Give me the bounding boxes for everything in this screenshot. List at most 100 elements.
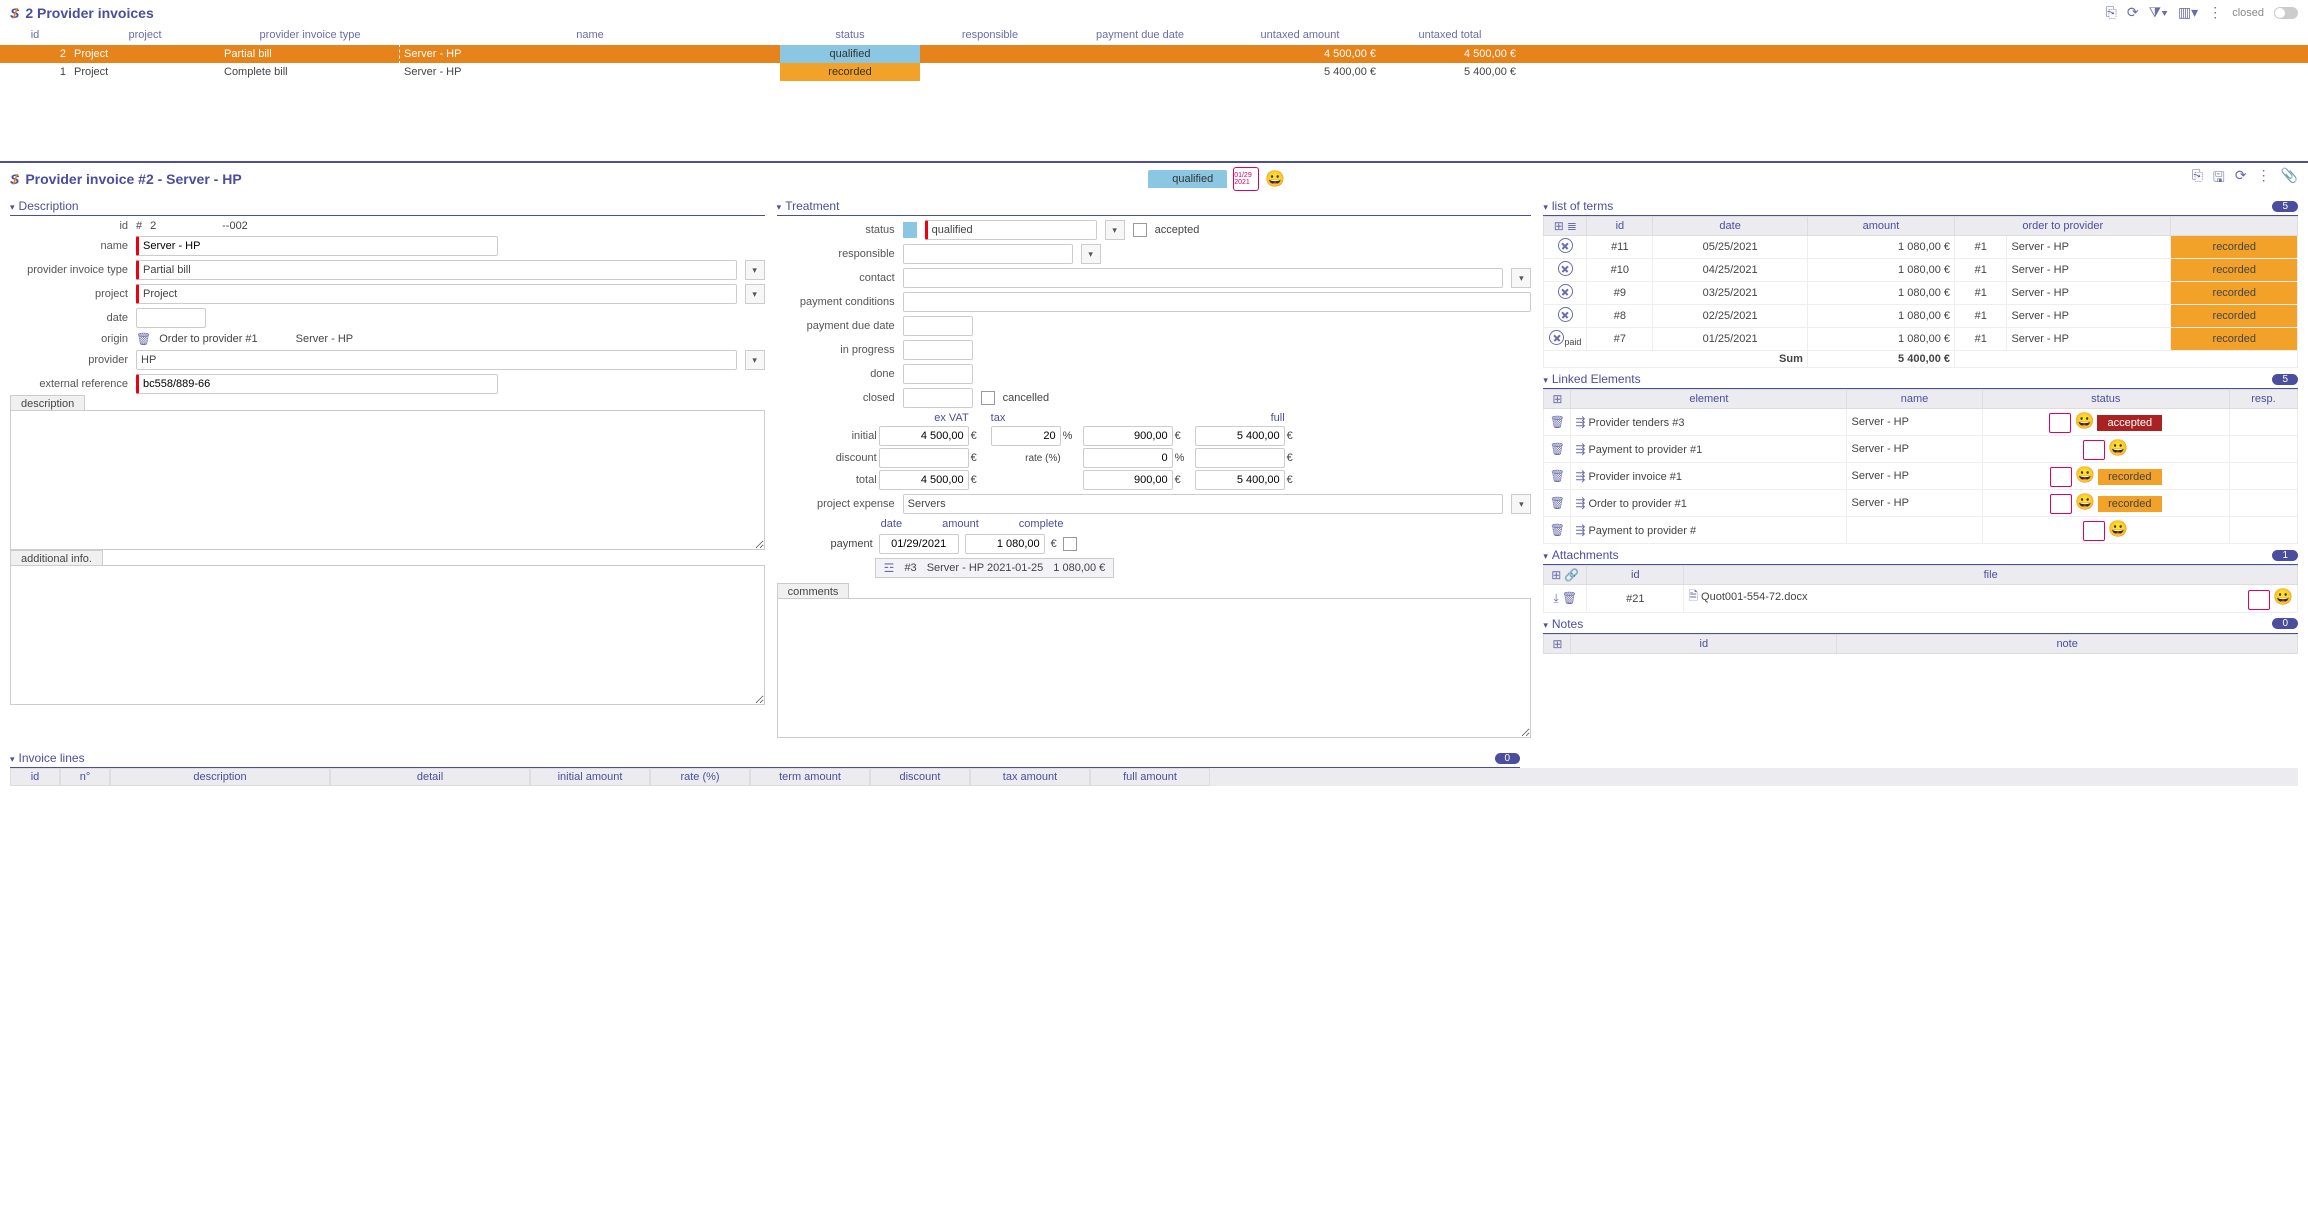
refresh-detail-icon[interactable]: ⟳ [2235,167,2247,191]
cal-icon[interactable] [2050,467,2072,487]
section-attachments[interactable]: Attachments [1543,548,1618,562]
linked-delete-icon[interactable]: 🗑 [1550,469,1565,483]
payment-reference[interactable]: ☲ #3 Server - HP 2021-01-25 1 080,00 € [875,558,1115,578]
more-detail-icon[interactable]: ⋮ [2257,167,2271,191]
payment-date[interactable] [879,534,959,554]
linked-add-icon[interactable]: ⊞ [1552,392,1562,406]
description-textarea[interactable] [10,410,765,550]
attach-link-icon[interactable]: 🔗 [1564,568,1579,582]
comments-textarea[interactable] [777,598,1532,738]
term-row[interactable]: #802/25/20211 080,00 €#1Server - HPrecor… [1544,305,2298,328]
type-dropdown-icon[interactable]: ▾ [745,260,765,280]
cal-icon[interactable] [2050,494,2072,514]
more-icon[interactable]: ⋮ [2208,4,2222,21]
done-input[interactable] [903,364,973,384]
attach-download-icon[interactable]: ⤓ [1554,591,1559,605]
col-duedate[interactable]: payment due date [1060,29,1220,41]
attach-icon[interactable]: 📎 [2281,167,2298,191]
section-terms[interactable]: list of terms [1543,199,1613,213]
term-cancel-icon[interactable] [1558,261,1573,276]
term-cancel-icon[interactable] [1558,238,1573,253]
cal-icon[interactable] [2049,413,2071,433]
term-row[interactable]: #1105/25/20211 080,00 €#1Server - HPreco… [1544,236,2298,259]
discount-full[interactable] [1195,448,1285,468]
cal-icon[interactable] [2083,521,2105,541]
payment-complete-checkbox[interactable] [1063,537,1077,551]
note-add-icon[interactable]: ⊞ [1552,637,1562,651]
refresh-icon[interactable]: ⟳ [2127,4,2139,21]
status-select[interactable]: qualified [925,220,1097,240]
paydue-input[interactable] [903,316,973,336]
linked-delete-icon[interactable]: 🗑 [1550,415,1565,429]
attachment-row[interactable]: ⤓ 🗑#21🗎 Quot001-554-72.docx 😀 [1544,585,2298,612]
col-name[interactable]: name [400,29,780,41]
columns-icon[interactable]: ▥▾ [2178,4,2198,21]
section-linked[interactable]: Linked Elements [1543,372,1640,386]
linked-delete-icon[interactable]: 🗑 [1550,523,1565,537]
payment-amount[interactable] [965,534,1045,554]
col-total[interactable]: untaxed total [1380,29,1520,41]
new-icon[interactable]: ⎘ [2106,4,2117,21]
status-dropdown-icon[interactable]: ▾ [1105,220,1125,240]
linked-delete-icon[interactable]: 🗑 [1550,442,1565,456]
linked-row[interactable]: 🗑⇶ Payment to provider #1Server - HP 😀 [1544,436,2298,463]
contact-select[interactable] [903,268,1504,288]
attach-delete-icon[interactable]: 🗑 [1562,591,1577,605]
new-detail-icon[interactable]: ⎘ [2192,167,2203,191]
discount-rate[interactable] [1083,448,1173,468]
filter-icon[interactable]: ⧩▾ [2149,4,2168,21]
save-icon[interactable]: 🖫 [2213,167,2225,191]
term-row[interactable]: #1004/25/20211 080,00 €#1Server - HPreco… [1544,259,2298,282]
project-select[interactable]: Project [136,284,737,304]
terms-list-icon[interactable]: ≣ [1567,219,1577,233]
responsible-select[interactable] [903,244,1073,264]
cal-icon[interactable] [2248,590,2270,610]
date-input[interactable] [136,308,206,328]
term-cancel-icon[interactable] [1558,307,1573,322]
linked-row[interactable]: 🗑⇶ Payment to provider # 😀 [1544,517,2298,544]
name-input[interactable] [136,236,498,256]
linked-row[interactable]: 🗑⇶ Provider tenders #3Server - HP 😀 acce… [1544,409,2298,436]
linked-delete-icon[interactable]: 🗑 [1550,496,1565,510]
extref-input[interactable] [136,374,498,394]
grid-row-selected[interactable]: 2 Project Partial bill Server - HP quali… [0,45,2308,63]
col-status[interactable]: status [780,29,920,41]
origin-delete-icon[interactable]: 🗑 [136,332,151,346]
linked-row[interactable]: 🗑⇶ Order to provider #1Server - HP 😀 rec… [1544,490,2298,517]
col-id[interactable]: id [0,29,70,41]
project-dropdown-icon[interactable]: ▾ [745,284,765,304]
section-notes[interactable]: Notes [1543,617,1583,631]
section-invoice-lines[interactable]: Invoice lines [10,751,85,765]
projexp-dropdown-icon[interactable]: ▾ [1511,494,1531,514]
closed-input[interactable] [903,388,973,408]
term-cancel-icon[interactable] [1558,284,1573,299]
term-row[interactable]: paid#701/25/20211 080,00 €#1Server - HPr… [1544,328,2298,351]
initial-taxval[interactable] [1083,426,1173,446]
calendar-badge-icon[interactable]: 01/29 2021 [1233,167,1259,191]
contact-dropdown-icon[interactable]: ▾ [1511,268,1531,288]
initial-full[interactable] [1195,426,1285,446]
col-type[interactable]: provider invoice type [220,29,400,41]
section-treatment[interactable]: Treatment [777,199,840,213]
grid-row[interactable]: 1 Project Complete bill Server - HP reco… [0,63,2308,81]
col-project[interactable]: project [70,29,220,41]
linked-row[interactable]: 🗑⇶ Provider invoice #1Server - HP 😀 reco… [1544,463,2298,490]
provider-dropdown-icon[interactable]: ▾ [745,350,765,370]
cal-icon[interactable] [2083,440,2105,460]
type-select[interactable]: Partial bill [136,260,737,280]
terms-add-icon[interactable]: ⊞ [1554,219,1564,233]
origin-link[interactable]: Order to provider #1 [159,333,257,345]
attach-add-icon[interactable]: ⊞ [1551,568,1561,582]
term-row[interactable]: #903/25/20211 080,00 €#1Server - HPrecor… [1544,282,2298,305]
col-responsible[interactable]: responsible [920,29,1060,41]
closed-toggle[interactable] [2274,7,2298,19]
paycond-input[interactable] [903,292,1532,312]
additional-info-textarea[interactable] [10,565,765,705]
responsible-dropdown-icon[interactable]: ▾ [1081,244,1101,264]
accepted-checkbox[interactable] [1133,223,1147,237]
projexp-select[interactable]: Servers [903,494,1504,514]
initial-exvat[interactable] [879,426,969,446]
discount-exvat[interactable] [879,448,969,468]
section-description[interactable]: Description [10,199,79,213]
provider-select[interactable]: HP [136,350,737,370]
